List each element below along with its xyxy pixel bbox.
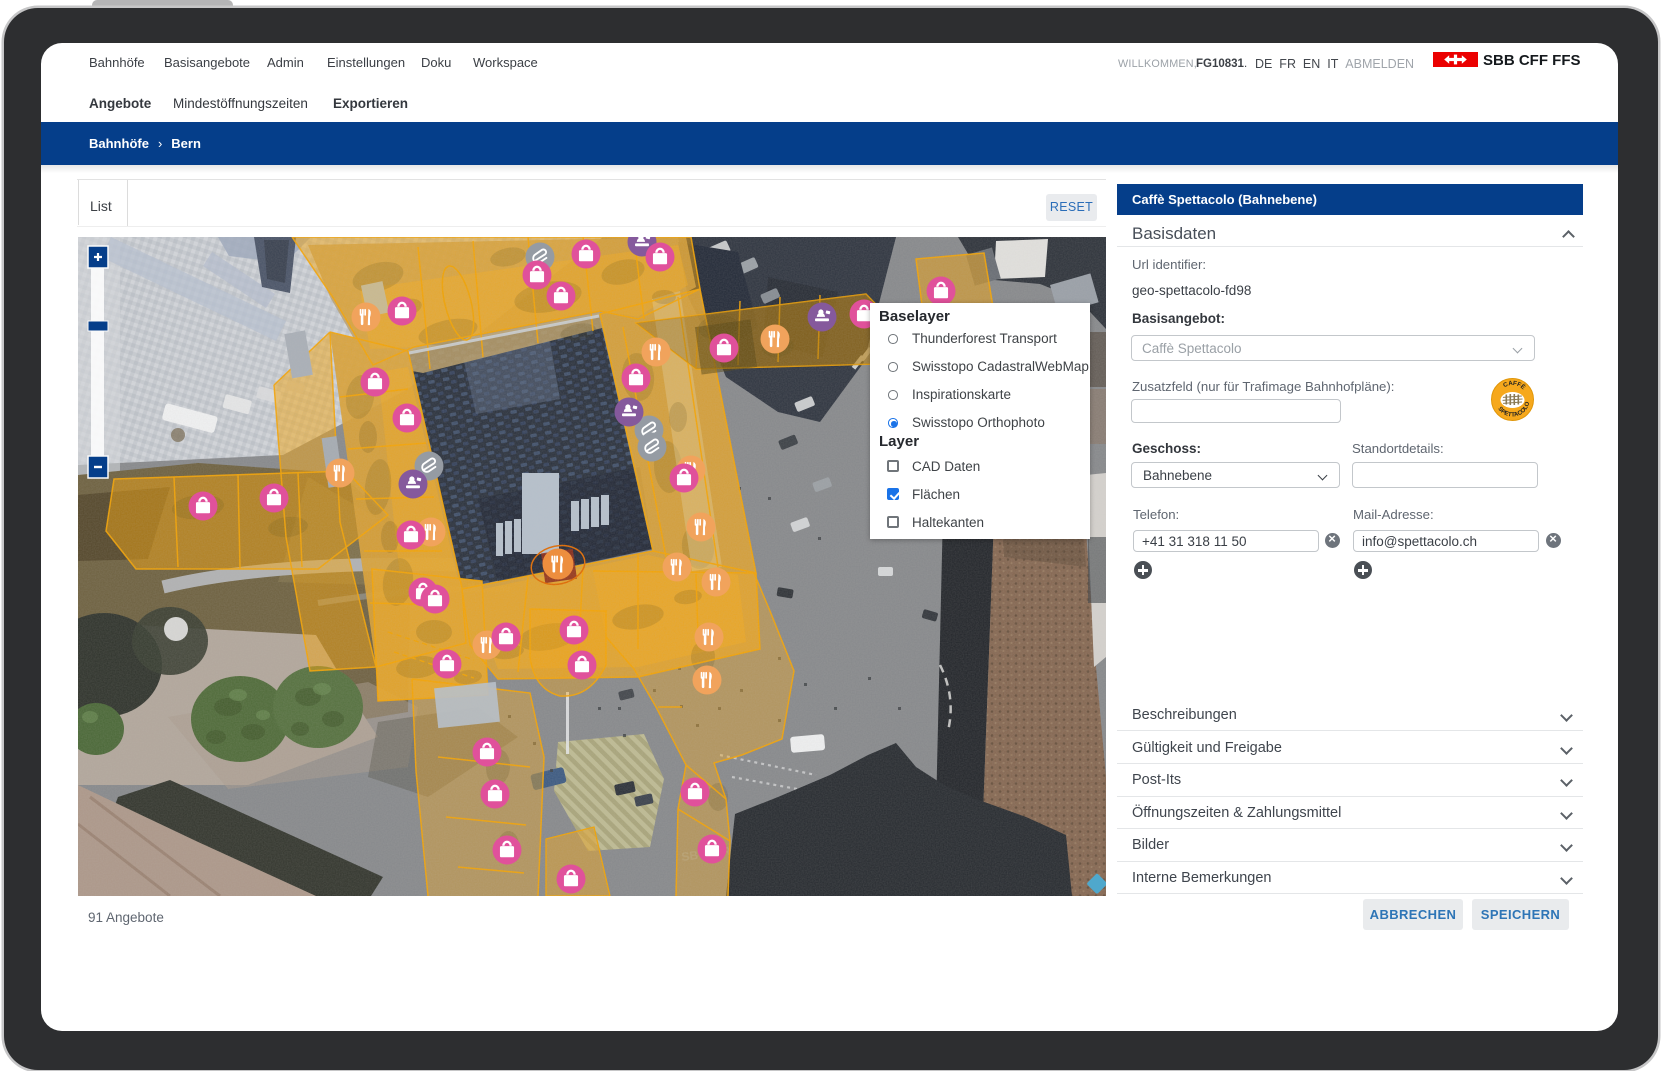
svg-text:SBB CFF FFS: SBB CFF FFS [1483,52,1581,68]
